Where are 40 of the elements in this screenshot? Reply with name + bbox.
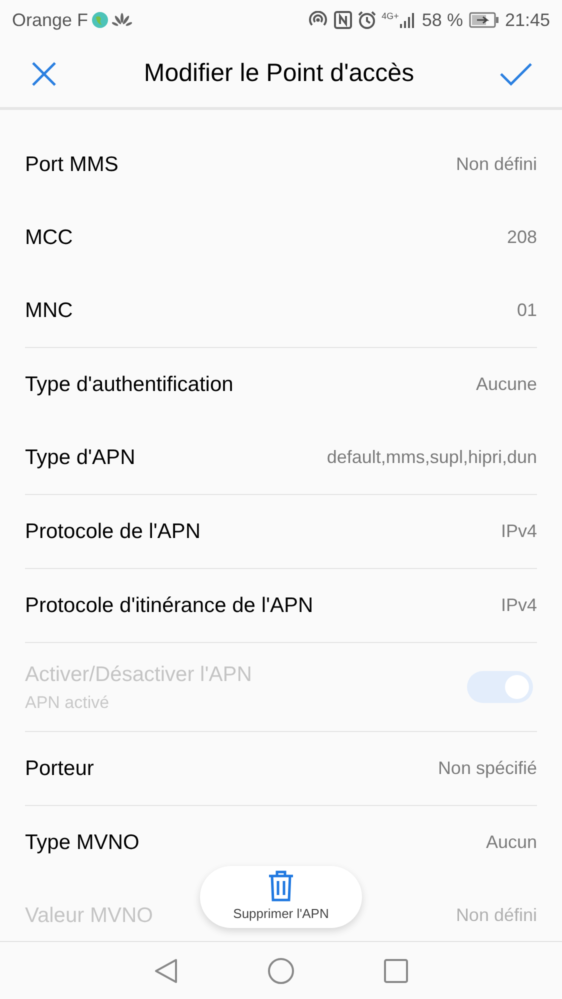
setting-value: 01 [516, 299, 537, 322]
flower-logo-icon [112, 13, 132, 27]
setting-label: Type MVNO [25, 830, 140, 856]
setting-label: MCC [25, 224, 73, 251]
setting-label: Protocole de l'APN [25, 518, 201, 545]
square-icon [384, 958, 408, 982]
carrier-name: Orange F [12, 8, 88, 32]
setting-label: MNC [25, 298, 73, 324]
setting-value: Aucun [486, 831, 537, 854]
globe-icon [92, 12, 108, 28]
setting-value: Non défini [456, 153, 537, 176]
setting-label: Type d'authentification [25, 372, 234, 398]
back-button[interactable] [154, 958, 178, 984]
alarm-clock-icon [358, 11, 376, 29]
back-triangle-icon [154, 958, 178, 984]
clock-time: 21:45 [504, 8, 550, 32]
setting-value: 208 [506, 226, 537, 249]
setting-label: Porteur [25, 756, 94, 782]
setting-label: Type d'APN [25, 444, 136, 471]
close-icon [31, 60, 57, 86]
setting-value: default,mms,supl,hipri,dun [326, 446, 537, 469]
nfc-icon [334, 11, 352, 29]
battery-percent: 58 % [422, 8, 463, 32]
network-type: 4G+ [382, 12, 399, 21]
screen-title: Modifier le Point d'accès [144, 58, 414, 89]
delete-apn-button[interactable]: Supprimer l'APN [200, 866, 362, 928]
setting-value: IPv4 [500, 594, 537, 617]
setting-label: Port MMS [25, 152, 118, 178]
trash-icon [268, 870, 294, 902]
setting-label: Protocole d'itinérance de l'APN [25, 592, 314, 619]
home-circle-icon [268, 958, 294, 984]
setting-value: Aucune [476, 373, 537, 396]
setting-value: IPv4 [500, 520, 537, 543]
setting-value: Non spécifié [438, 757, 537, 780]
setting-value: Non défini [456, 904, 537, 927]
signal-bars-icon [400, 12, 416, 28]
checkmark-icon [499, 60, 533, 86]
home-button[interactable] [268, 958, 294, 984]
battery-charging-icon [468, 12, 499, 28]
recent-apps-button[interactable] [384, 958, 408, 982]
